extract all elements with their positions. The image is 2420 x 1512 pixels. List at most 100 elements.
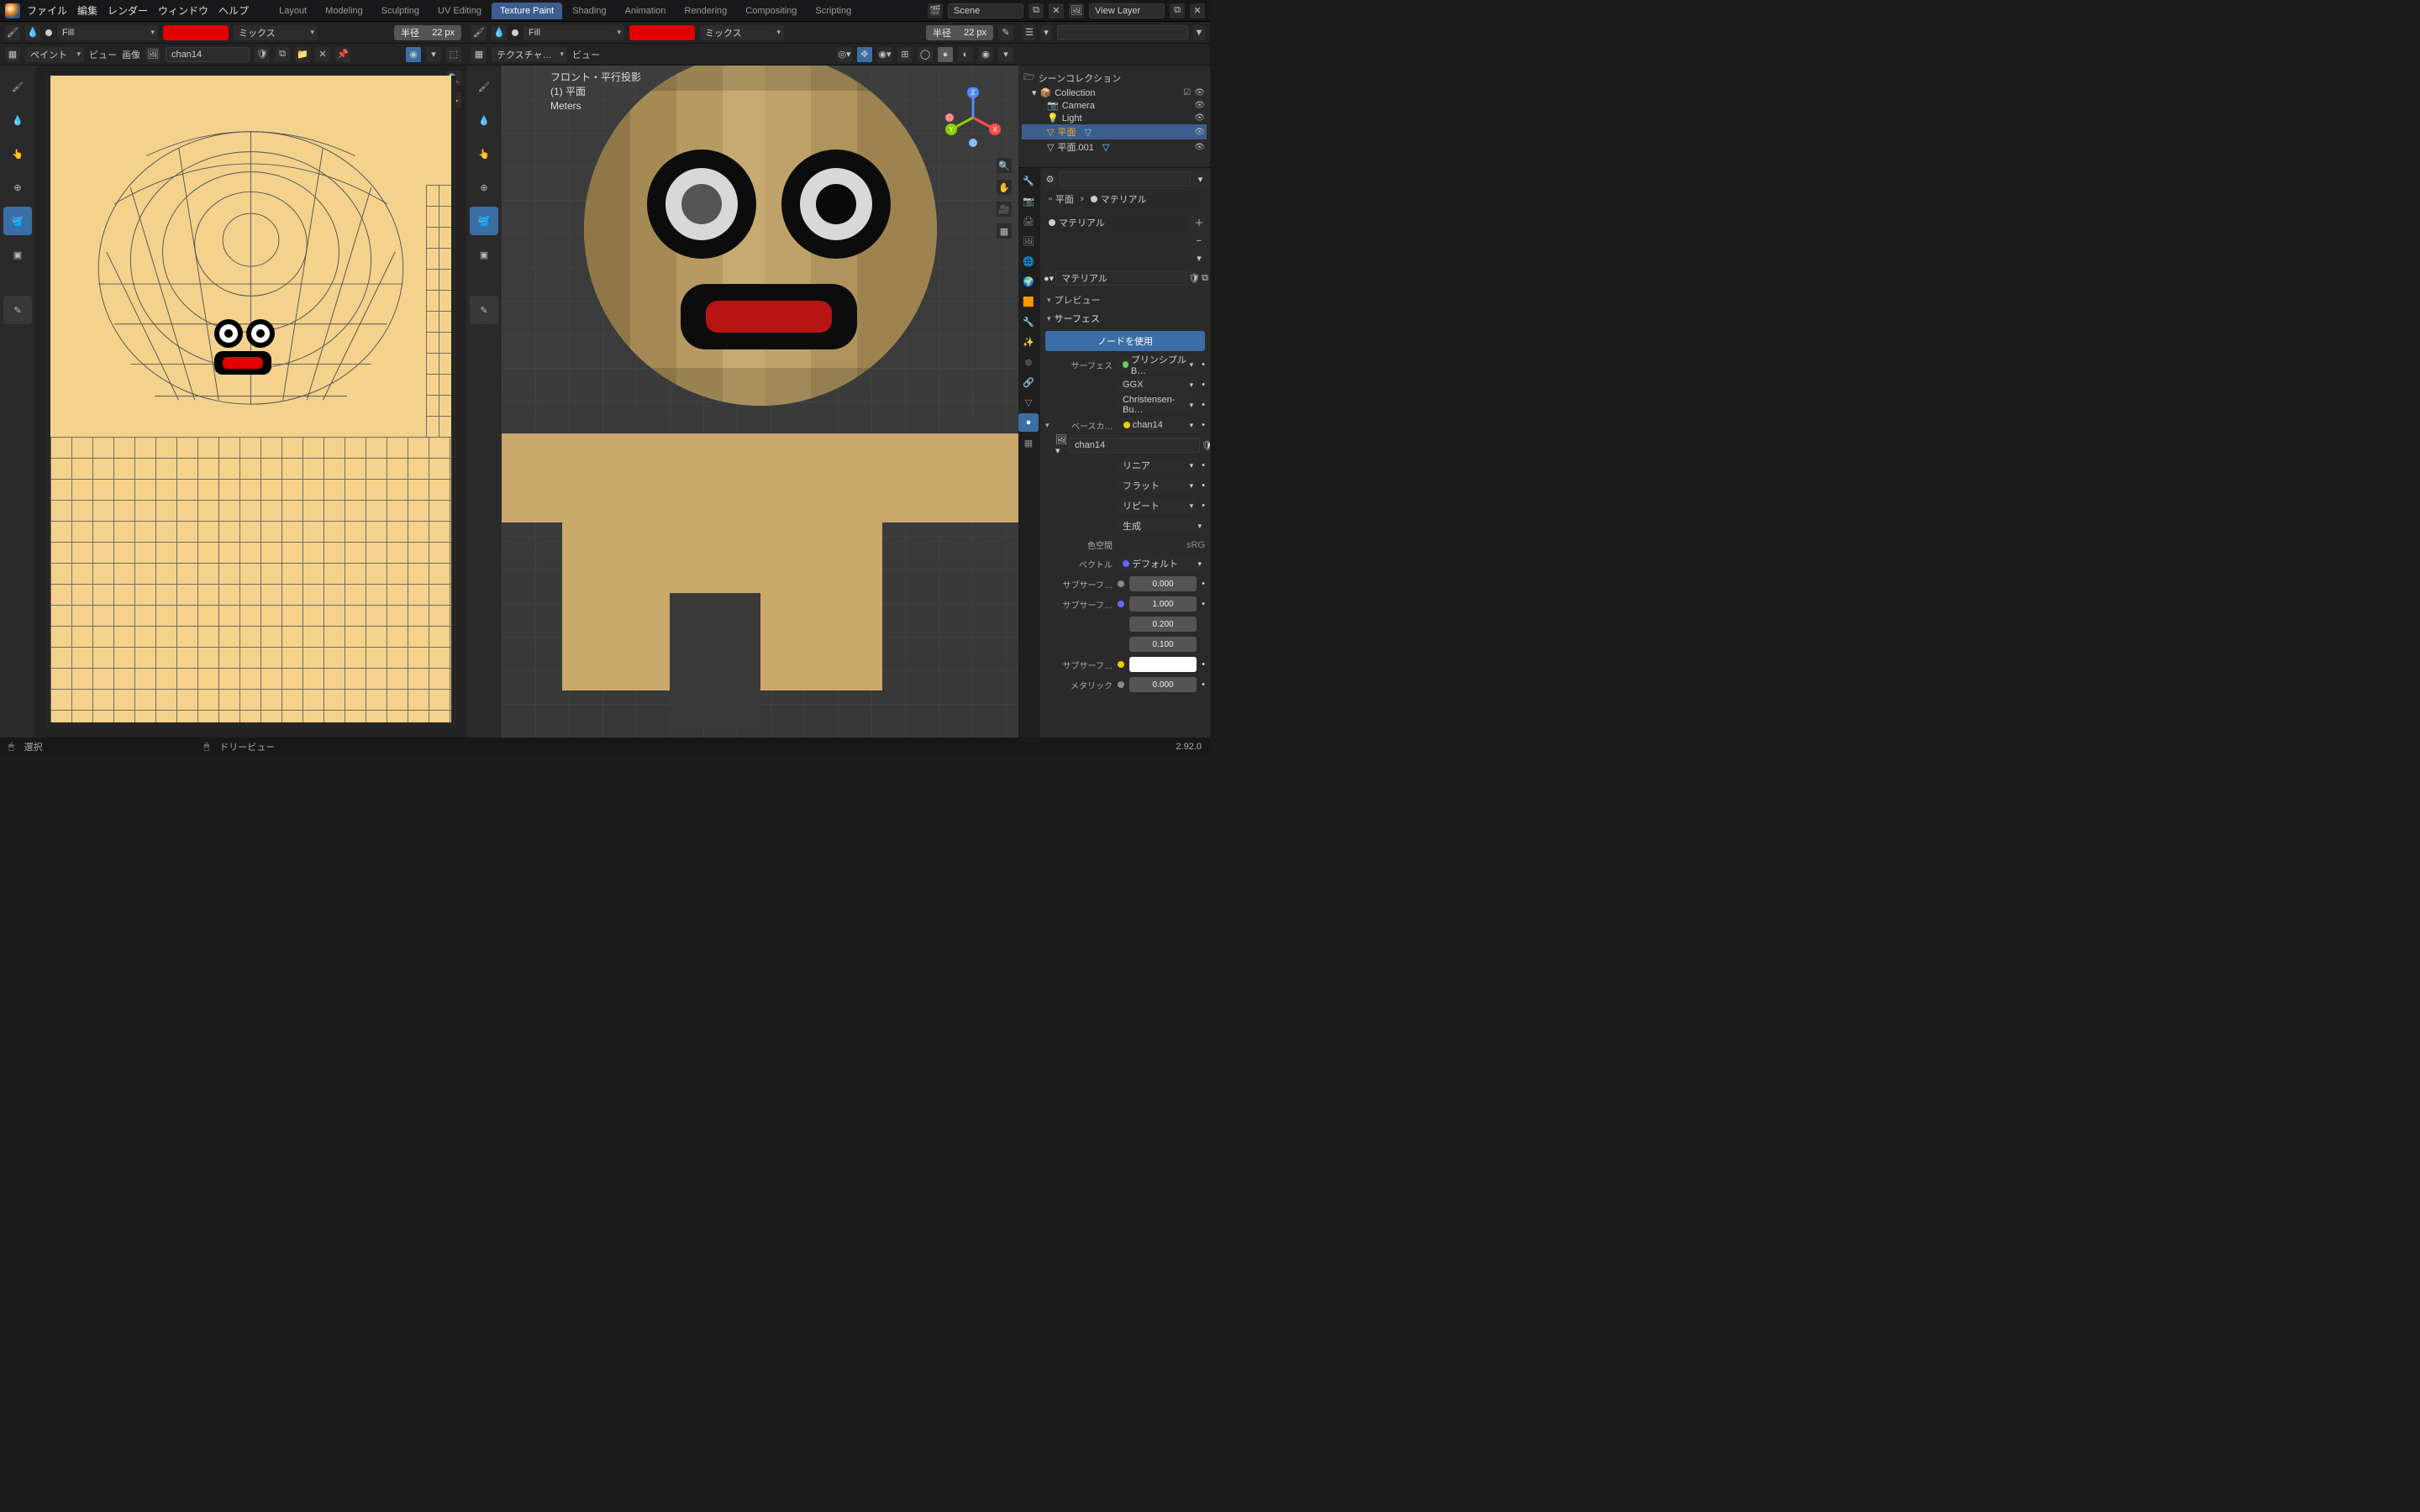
ptab-render[interactable]: 📷 <box>1018 192 1039 210</box>
preview-panel-header[interactable]: プレビュー <box>1044 291 1207 309</box>
menu-window[interactable]: ウィンドウ <box>158 3 208 18</box>
tab-modeling[interactable]: Modeling <box>317 3 371 19</box>
scene-new-icon[interactable]: ⧉ <box>1028 3 1044 18</box>
vector-dropdown[interactable]: デフォルト <box>1118 556 1205 571</box>
brush-mode-dropdown[interactable]: Fill <box>57 25 158 40</box>
scene-collection-row[interactable]: 🗁シーンコレクション <box>1022 69 1207 87</box>
vp-clone-tool[interactable]: ⊕ <box>470 173 498 202</box>
slot-add-icon[interactable]: ＋ <box>1192 215 1207 230</box>
outliner-filter-icon[interactable]: ▼ <box>1193 25 1205 40</box>
mask-tool[interactable]: ▣ <box>3 240 32 269</box>
ptab-modifiers[interactable]: 🔧 <box>1018 312 1039 331</box>
material-browse-icon[interactable]: ●▾ <box>1044 270 1054 286</box>
editor-type-icon[interactable]: 🖌 <box>5 25 20 40</box>
collection-row[interactable]: ▾📦Collection ☑👁 <box>1022 87 1207 99</box>
prop-editor-type-icon[interactable]: ⚙ <box>1044 171 1056 186</box>
shading-wireframe[interactable]: ◯ <box>918 47 933 62</box>
brush-settings-icon[interactable]: 💧 <box>25 25 40 40</box>
ptab-object[interactable]: 🟧 <box>1018 292 1039 311</box>
annotate-tool[interactable]: ✎ <box>3 296 32 324</box>
soften-tool[interactable]: 💧 <box>3 106 32 134</box>
tex-name-field[interactable] <box>1069 438 1200 453</box>
outliner-search[interactable] <box>1057 25 1188 40</box>
uv-canvas[interactable]: 🔍 ✋ <box>35 66 466 738</box>
outliner-camera[interactable]: 📷Camera👁 <box>1022 99 1207 112</box>
image-menu[interactable]: 画像 <box>122 48 140 61</box>
texchannel-dropdown[interactable]: テクスチャ… <box>492 47 567 62</box>
material-slot[interactable]: マテリアル <box>1044 213 1188 232</box>
blend-mode-dropdown[interactable]: ミックス <box>234 25 318 40</box>
gizmo-toggle[interactable]: ✥ <box>857 47 872 62</box>
brush-color-swatch[interactable] <box>163 25 229 40</box>
tex-browse-icon[interactable]: 🖼▾ <box>1055 438 1067 453</box>
menu-render[interactable]: レンダー <box>108 3 148 18</box>
vp-blend-mode-dropdown[interactable]: ミックス <box>700 25 784 40</box>
tab-sculpting[interactable]: Sculpting <box>373 3 428 19</box>
vp-mask-tool[interactable]: ▣ <box>470 240 498 269</box>
outliner-light[interactable]: 💡Light👁 <box>1022 112 1207 124</box>
tab-uv-editing[interactable]: UV Editing <box>429 3 490 19</box>
extension-dropdown[interactable]: リピート <box>1118 498 1197 513</box>
xray-toggle[interactable]: ⊞ <box>897 47 913 62</box>
vp-fill-tool[interactable]: 🪣 <box>470 207 498 235</box>
tab-animation[interactable]: Animation <box>617 3 675 19</box>
subsurf-radius-2[interactable]: 0.100 <box>1129 637 1197 652</box>
ptab-data[interactable]: ▽ <box>1018 393 1039 412</box>
slot-menu-icon[interactable]: ▾ <box>1192 250 1207 265</box>
image-name-field[interactable] <box>166 47 250 62</box>
scene-delete-icon[interactable]: ✕ <box>1049 3 1064 18</box>
vp-soften-tool[interactable]: 💧 <box>470 106 498 134</box>
tab-scripting[interactable]: Scripting <box>807 3 860 19</box>
vp-editor-type-icon[interactable]: 🖌 <box>471 25 487 40</box>
tab-texture-paint[interactable]: Texture Paint <box>492 3 562 19</box>
uv-dropdown-icon[interactable]: ▾ <box>426 47 441 62</box>
vp-brush-settings-icon[interactable]: 💧 <box>492 25 507 40</box>
metallic-value[interactable]: 0.000 <box>1129 677 1197 692</box>
ptab-world[interactable]: 🌍 <box>1018 272 1039 291</box>
viewlayer-new-icon[interactable]: ⧉ <box>1170 3 1185 18</box>
image-open-icon[interactable]: 📁 <box>295 47 310 62</box>
material-copy-icon[interactable]: ⧉ <box>1202 270 1208 286</box>
distribution-dropdown[interactable]: GGX <box>1118 377 1197 392</box>
source-dropdown[interactable]: 生成 <box>1118 518 1205 533</box>
ptab-viewlayer[interactable]: 🖼 <box>1018 232 1039 250</box>
draw-tool[interactable]: 🖌 <box>3 72 32 101</box>
tab-compositing[interactable]: Compositing <box>737 3 805 19</box>
scene-browse-icon[interactable]: 🎬 <box>928 3 943 18</box>
shading-matpreview[interactable]: ◐ <box>958 47 973 62</box>
outliner-plane[interactable]: ▽平面▽👁 <box>1022 124 1207 139</box>
ptab-physics[interactable]: ⊚ <box>1018 353 1039 371</box>
display-channels-icon[interactable]: ⬚ <box>446 47 461 62</box>
outliner-type-icon[interactable]: ☰ <box>1023 25 1035 40</box>
nav-gizmo[interactable]: Z Y X <box>943 87 1003 148</box>
basecolor-tex-dropdown[interactable]: chan14 <box>1118 417 1197 433</box>
viewlayer-browse-icon[interactable]: 🖼 <box>1069 3 1084 18</box>
vp-radius-field[interactable]: 半径 22 px <box>926 25 993 40</box>
material-shield-icon[interactable]: 🛡 <box>1188 270 1200 286</box>
menu-file[interactable]: ファイル <box>27 3 67 18</box>
camera-view-icon[interactable]: 🎥 <box>997 202 1012 217</box>
use-nodes-button[interactable]: ノードを使用 <box>1045 331 1205 351</box>
paint-mode-dropdown[interactable]: ペイント <box>25 47 84 62</box>
viewlayer-name-field[interactable] <box>1089 3 1165 18</box>
ptab-constraints[interactable]: 🔗 <box>1018 373 1039 391</box>
radius-field[interactable]: 半径 22 px <box>394 25 461 40</box>
image-copy-icon[interactable]: ⧉ <box>275 47 290 62</box>
subsurf-radius-0[interactable]: 1.000 <box>1129 596 1197 612</box>
sss-method-dropdown[interactable]: Christensen-Bu… <box>1118 397 1197 412</box>
pin-icon[interactable]: 📌 <box>335 47 350 62</box>
shading-rendered[interactable]: ◉ <box>978 47 993 62</box>
uv-overlay-toggle[interactable]: ◉ <box>406 47 421 62</box>
slot-remove-icon[interactable]: − <box>1192 234 1207 249</box>
view-menu[interactable]: ビュー <box>89 48 117 61</box>
surface-panel-header[interactable]: サーフェス <box>1044 309 1207 328</box>
outliner-display-dropdown[interactable]: ▾ <box>1040 25 1052 40</box>
interpolation-dropdown[interactable]: リニア <box>1118 458 1197 473</box>
overlay-toggle[interactable]: ◉▾ <box>877 47 892 62</box>
clone-tool[interactable]: ⊕ <box>3 173 32 202</box>
scene-name-field[interactable] <box>948 3 1023 18</box>
tab-rendering[interactable]: Rendering <box>676 3 736 19</box>
menu-help[interactable]: ヘルプ <box>218 3 249 18</box>
image-browse-icon[interactable]: 🖼 <box>145 47 160 62</box>
ptab-tool[interactable]: 🔧 <box>1018 171 1039 190</box>
